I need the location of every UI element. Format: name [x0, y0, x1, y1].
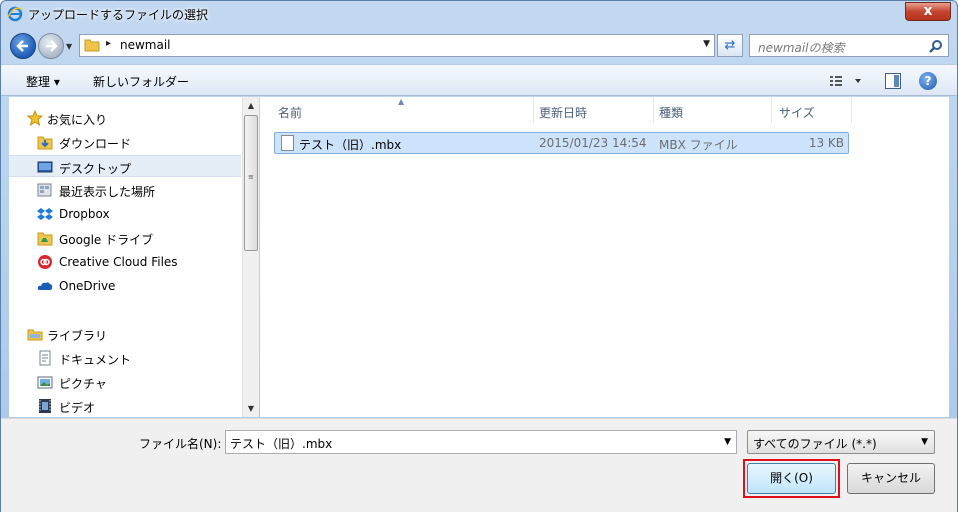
address-history-dropdown-icon[interactable]: ▼	[703, 39, 710, 49]
sidebar-item-downloads[interactable]: ダウンロード	[9, 131, 241, 153]
column-header-label: 名前	[278, 106, 303, 120]
google-drive-icon	[37, 230, 53, 246]
open-button[interactable]: 開く(O)	[747, 463, 836, 494]
table-row[interactable]: テスト（旧）.mbx 2015/01/23 14:54 MBX ファイル 13 …	[274, 132, 849, 154]
sidebar-item-google-drive[interactable]: Google ドライブ	[9, 227, 241, 249]
scroll-down-icon[interactable]: ▼	[243, 400, 259, 417]
breadcrumb-separator-icon[interactable]: ▸	[106, 38, 111, 49]
column-header-type[interactable]: 種類	[654, 97, 772, 123]
sidebar-item-favorites[interactable]: お気に入り	[9, 107, 241, 129]
sidebar-item-label: ダウンロード	[59, 137, 132, 151]
column-header-label: 更新日時	[539, 106, 588, 120]
dropbox-icon	[37, 206, 53, 222]
sidebar-item-label: ピクチャ	[59, 377, 107, 391]
column-header-label: 種類	[659, 106, 684, 120]
close-icon: x	[923, 3, 933, 19]
sidebar-item-label: デスクトップ	[59, 162, 132, 176]
view-options-icon	[830, 76, 861, 86]
libraries-icon	[27, 326, 43, 342]
chevron-down-icon: ▼	[921, 437, 928, 447]
scrollbar-thumb[interactable]: ≡	[244, 115, 258, 251]
back-arrow-icon	[16, 40, 28, 52]
help-icon[interactable]: ?	[919, 72, 937, 90]
sidebar-item-pictures[interactable]: ピクチャ	[9, 371, 241, 393]
file-open-dialog: アップロードするファイルの選択 x ▼ ▸ newmail ▼ ⇄ newmai…	[0, 0, 958, 512]
sidebar-item-label: ドキュメント	[59, 353, 132, 367]
star-icon	[26, 109, 44, 127]
file-list: ▲ 名前 更新日時 種類 サイズ テスト（旧）.mbx 2015/01/23 1…	[260, 97, 949, 417]
onedrive-icon	[37, 278, 53, 294]
navigation-bar: ▼ ▸ newmail ▼ ⇄ newmailの検索	[1, 28, 957, 64]
column-header-name[interactable]: 名前	[260, 97, 534, 123]
file-icon	[281, 135, 294, 151]
file-type: MBX ファイル	[659, 138, 738, 152]
sidebar-item-label: お気に入り	[47, 113, 108, 127]
refresh-button[interactable]: ⇄	[717, 34, 743, 57]
sidebar-item-libraries[interactable]: ライブラリ	[9, 323, 241, 345]
command-toolbar: 整理 ▾ 新しいフォルダー ?	[1, 64, 957, 96]
recent-places-icon	[37, 182, 53, 198]
file-type-filter-select[interactable]: すべてのファイル (*.*) ▼	[747, 430, 935, 454]
preview-pane-icon[interactable]	[885, 73, 901, 89]
sidebar-item-label: 最近表示した場所	[59, 185, 156, 199]
filename-field[interactable]: テスト（旧）.mbx ▼	[225, 430, 737, 454]
folder-icon	[84, 38, 100, 52]
scroll-up-icon[interactable]: ▲	[243, 97, 259, 114]
refresh-icon: ⇄	[724, 38, 736, 53]
navigation-scrollbar[interactable]: ▲ ≡ ▼	[242, 97, 259, 417]
cancel-button[interactable]: キャンセル	[847, 463, 935, 494]
navigation-pane: お気に入り ダウンロード デスクトップ 最近表示した場所 Dropbox Goo…	[9, 97, 259, 417]
column-header-modified[interactable]: 更新日時	[534, 97, 654, 123]
sidebar-item-desktop[interactable]: デスクトップ	[9, 155, 241, 177]
sidebar-item-recent-places[interactable]: 最近表示した場所	[9, 179, 241, 201]
filename-dropdown-icon[interactable]: ▼	[724, 437, 731, 447]
scroll-grip-icon: ≡	[248, 173, 254, 181]
filename-value[interactable]: テスト（旧）.mbx	[230, 435, 332, 452]
download-folder-icon	[37, 134, 53, 150]
videos-icon	[37, 398, 53, 414]
search-icon[interactable]	[929, 39, 943, 53]
sidebar-item-label: Dropbox	[59, 207, 110, 221]
recent-locations-dropdown-icon[interactable]: ▼	[66, 42, 72, 51]
sidebar-item-label: Creative Cloud Files	[59, 255, 178, 269]
file-name: テスト（旧）.mbx	[299, 138, 402, 152]
sidebar-item-label: ライブラリ	[47, 329, 108, 343]
dialog-footer: ファイル名(N): テスト（旧）.mbx ▼ すべてのファイル (*.*) ▼ …	[1, 418, 957, 512]
column-header-label: サイズ	[779, 106, 815, 120]
column-header-size[interactable]: サイズ	[772, 97, 852, 123]
close-button[interactable]: x	[905, 2, 951, 21]
window-title: アップロードするファイルの選択	[28, 8, 209, 22]
desktop-icon	[37, 159, 53, 175]
sidebar-item-label: Google ドライブ	[59, 233, 154, 247]
documents-icon	[37, 350, 53, 366]
search-box[interactable]: newmailの検索	[749, 34, 949, 57]
sidebar-item-label: OneDrive	[59, 279, 116, 293]
sidebar-item-creative-cloud[interactable]: Creative Cloud Files	[9, 251, 241, 273]
file-type-filter-value: すべてのファイル (*.*)	[753, 437, 877, 451]
sidebar-item-label: ビデオ	[59, 401, 96, 415]
file-size: 13 KB	[808, 136, 844, 150]
internet-explorer-icon	[7, 6, 23, 22]
breadcrumb-newmail[interactable]: newmail	[120, 38, 171, 52]
title-bar: アップロードするファイルの選択 x	[1, 1, 957, 27]
back-button[interactable]	[10, 33, 36, 59]
change-view-button[interactable]	[829, 73, 865, 89]
sidebar-item-dropbox[interactable]: Dropbox	[9, 203, 241, 225]
search-input[interactable]: newmailの検索	[758, 39, 845, 56]
filename-label: ファイル名(N):	[139, 437, 222, 451]
forward-button[interactable]	[38, 33, 64, 59]
creative-cloud-icon	[37, 254, 53, 270]
sidebar-item-onedrive[interactable]: OneDrive	[9, 275, 241, 297]
address-bar[interactable]: ▸ newmail ▼	[79, 34, 715, 57]
file-modified: 2015/01/23 14:54	[539, 136, 647, 150]
pictures-icon	[37, 374, 53, 390]
sidebar-item-documents[interactable]: ドキュメント	[9, 347, 241, 369]
organize-menu-button[interactable]: 整理 ▾	[26, 73, 60, 90]
sidebar-item-videos[interactable]: ビデオ	[9, 395, 241, 417]
new-folder-button[interactable]: 新しいフォルダー	[93, 73, 189, 90]
forward-arrow-icon	[46, 40, 58, 52]
